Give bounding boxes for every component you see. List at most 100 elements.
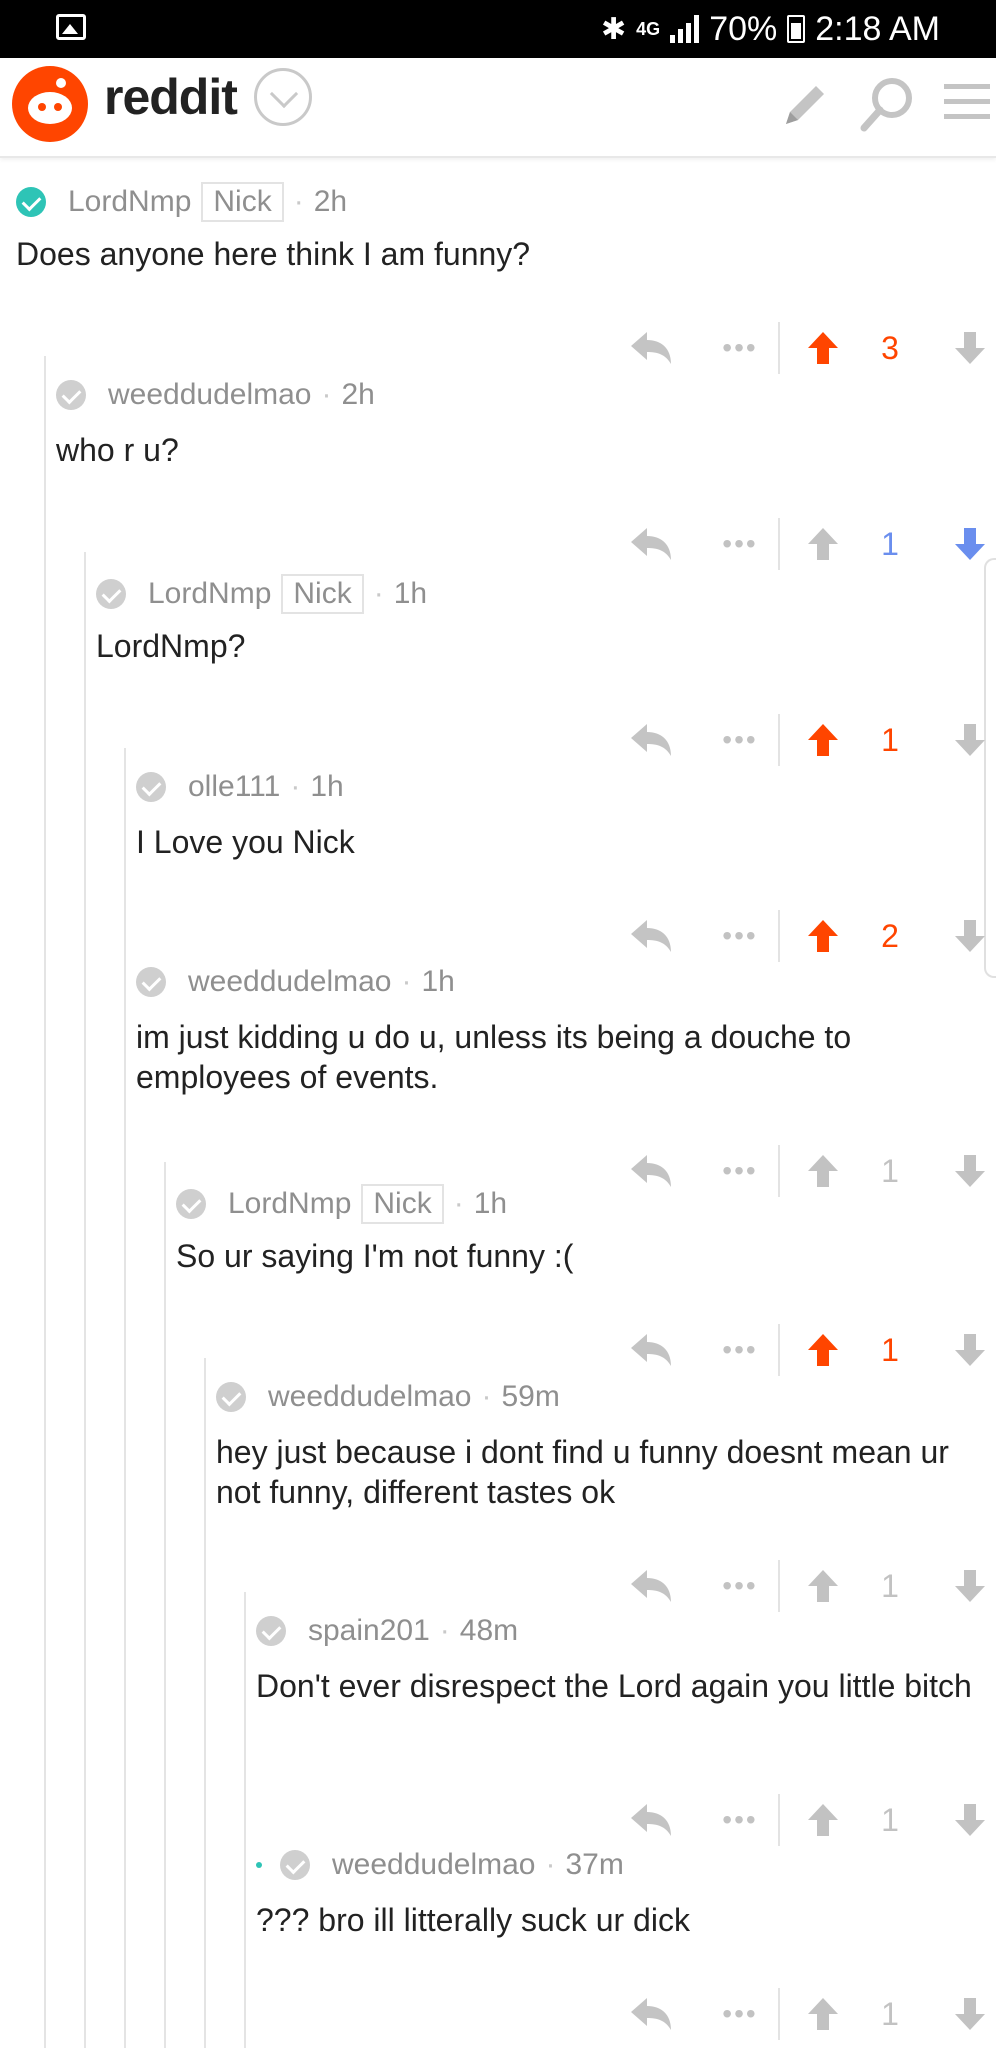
app-header: reddit (0, 58, 996, 158)
comment-body: Don't ever disrespect the Lord again you… (256, 1668, 972, 1704)
comment-author[interactable]: weeddudelmao (332, 1848, 535, 1882)
thread-guide (204, 1592, 206, 1826)
new-comment-dot (256, 1862, 262, 1868)
collapse-check-icon[interactable] (280, 1850, 310, 1880)
comment-meta: spain201 · 48m (256, 1614, 518, 1648)
comment: spain201 · 48m Don't ever disrespect the Lo… (0, 1592, 996, 1846)
collapse-check-icon[interactable] (16, 187, 46, 217)
comment: LordNmp Nick · 2h Does anyone here think I a… (0, 160, 996, 374)
comment-author[interactable]: weeddudelmao (268, 1380, 471, 1414)
comment: weeddudelmao · 59m hey just because i dont … (0, 1358, 996, 1612)
comment-meta: weeddudelmao · 37m (256, 1848, 624, 1882)
separator-dot: · (293, 185, 304, 218)
comment-author[interactable]: LordNmp (68, 185, 191, 219)
chevron-down-icon[interactable] (254, 68, 312, 126)
comment-body: LordNmp? (96, 628, 246, 664)
separator-dot: · (321, 378, 332, 411)
comment-author[interactable]: weeddudelmao (188, 965, 391, 999)
thread-guide (124, 1358, 126, 1592)
thread-guide (84, 1826, 86, 2048)
comment-author[interactable]: LordNmp (148, 577, 271, 611)
collapse-check-icon[interactable] (216, 1382, 246, 1412)
comment-author[interactable]: weeddudelmao (108, 378, 311, 412)
thread-guide (44, 552, 46, 748)
logo-face (28, 92, 72, 124)
gallery-notification-icon (56, 14, 86, 40)
battery-percent: 70% (709, 9, 778, 48)
thread-guide (164, 1162, 166, 1358)
reddit-logo[interactable] (12, 66, 88, 142)
status-indicators: ✱ 4G 70% 2:18 AM (601, 0, 940, 58)
separator-dot: · (401, 965, 412, 998)
logo-antenna (56, 78, 66, 88)
collapse-check-icon[interactable] (136, 772, 166, 802)
separator-dot: · (453, 1187, 464, 1220)
clock: 2:18 AM (815, 9, 940, 48)
thread-guide (84, 943, 86, 1162)
comment-body: So ur saying I'm not funny :( (176, 1238, 574, 1274)
menu-icon[interactable] (944, 80, 990, 124)
comment-body: hey just because i dont find u funny doe… (216, 1434, 949, 1510)
comment: weeddudelmao · 2h who r u? ••• 1 (0, 356, 996, 570)
thread-guide (44, 1358, 46, 1592)
separator-dot: · (290, 770, 301, 803)
comment-time: 1h (421, 965, 455, 998)
action-divider (778, 1988, 780, 2040)
comment-meta: LordNmp Nick · 1h (96, 574, 427, 614)
user-flair: Nick (361, 1184, 444, 1224)
collapse-check-icon[interactable] (56, 380, 86, 410)
battery-icon (787, 15, 806, 43)
comment: weeddudelmao · 1h im just kidding u do u, u… (0, 943, 996, 1197)
more-options-icon[interactable]: ••• (710, 1984, 770, 2044)
comment-author[interactable]: spain201 (308, 1614, 430, 1648)
compose-pencil-icon[interactable] (778, 76, 830, 132)
vote-score: 1 (881, 1995, 899, 2032)
collapse-check-icon[interactable] (136, 967, 166, 997)
thread-guide (204, 1826, 206, 2048)
separator-dot: · (545, 1848, 556, 1881)
thread-guide (44, 748, 46, 943)
comment-time: 59m (501, 1380, 560, 1413)
thread-guide (44, 943, 46, 1162)
comment-author[interactable]: olle111 (188, 770, 280, 804)
comment-body: I Love you Nick (136, 824, 355, 860)
comment: olle111 · 1h I Love you Nick ••• 2 (0, 748, 996, 962)
search-icon[interactable] (856, 74, 918, 136)
comment: LordNmp Nick · 1h So ur saying I'm not funny… (0, 1162, 996, 1376)
comment-time: 48m (459, 1614, 519, 1647)
network-type: 4G (636, 19, 661, 39)
upvote-arrow-icon[interactable] (803, 1984, 843, 2044)
comment-meta: olle111 · 1h (136, 770, 344, 804)
collapse-check-icon[interactable] (96, 579, 126, 609)
collapse-check-icon[interactable] (176, 1189, 206, 1219)
comment-meta: LordNmp Nick · 1h (176, 1184, 507, 1224)
app-name: reddit (104, 69, 238, 125)
comment-author[interactable]: LordNmp (228, 1187, 351, 1221)
comment-body: im just kidding u do u, unless its being… (136, 1019, 852, 1095)
comment-meta: LordNmp Nick · 2h (16, 182, 347, 222)
comment-time: 37m (565, 1848, 624, 1881)
thread-guide (44, 1826, 46, 2048)
reply-icon[interactable] (626, 1984, 676, 2044)
bluetooth-icon: ✱ (601, 12, 627, 46)
comment-actions: ••• 1 (620, 1984, 996, 2044)
thread-guide (84, 1358, 86, 1592)
user-flair: Nick (201, 182, 284, 222)
comment-body: who r u? (56, 432, 179, 468)
thread-guide (84, 1162, 86, 1358)
comment-time: 1h (473, 1187, 508, 1220)
user-flair: Nick (281, 574, 364, 614)
downvote-arrow-icon[interactable] (950, 1984, 990, 2044)
separator-dot: · (481, 1380, 492, 1413)
collapse-check-icon[interactable] (256, 1616, 286, 1646)
thread-guide (84, 1592, 86, 1826)
thread-guide (124, 1826, 126, 2048)
comment-time: 1h (310, 770, 344, 803)
comment-body: Does anyone here think I am funny? (16, 236, 531, 272)
thread-guide (44, 1592, 46, 1826)
thread-guide (124, 748, 126, 943)
comment-time: 1h (393, 577, 428, 610)
thread-guide (204, 1358, 206, 1592)
thread-guide (124, 1162, 126, 1358)
separator-dot: · (439, 1614, 450, 1647)
